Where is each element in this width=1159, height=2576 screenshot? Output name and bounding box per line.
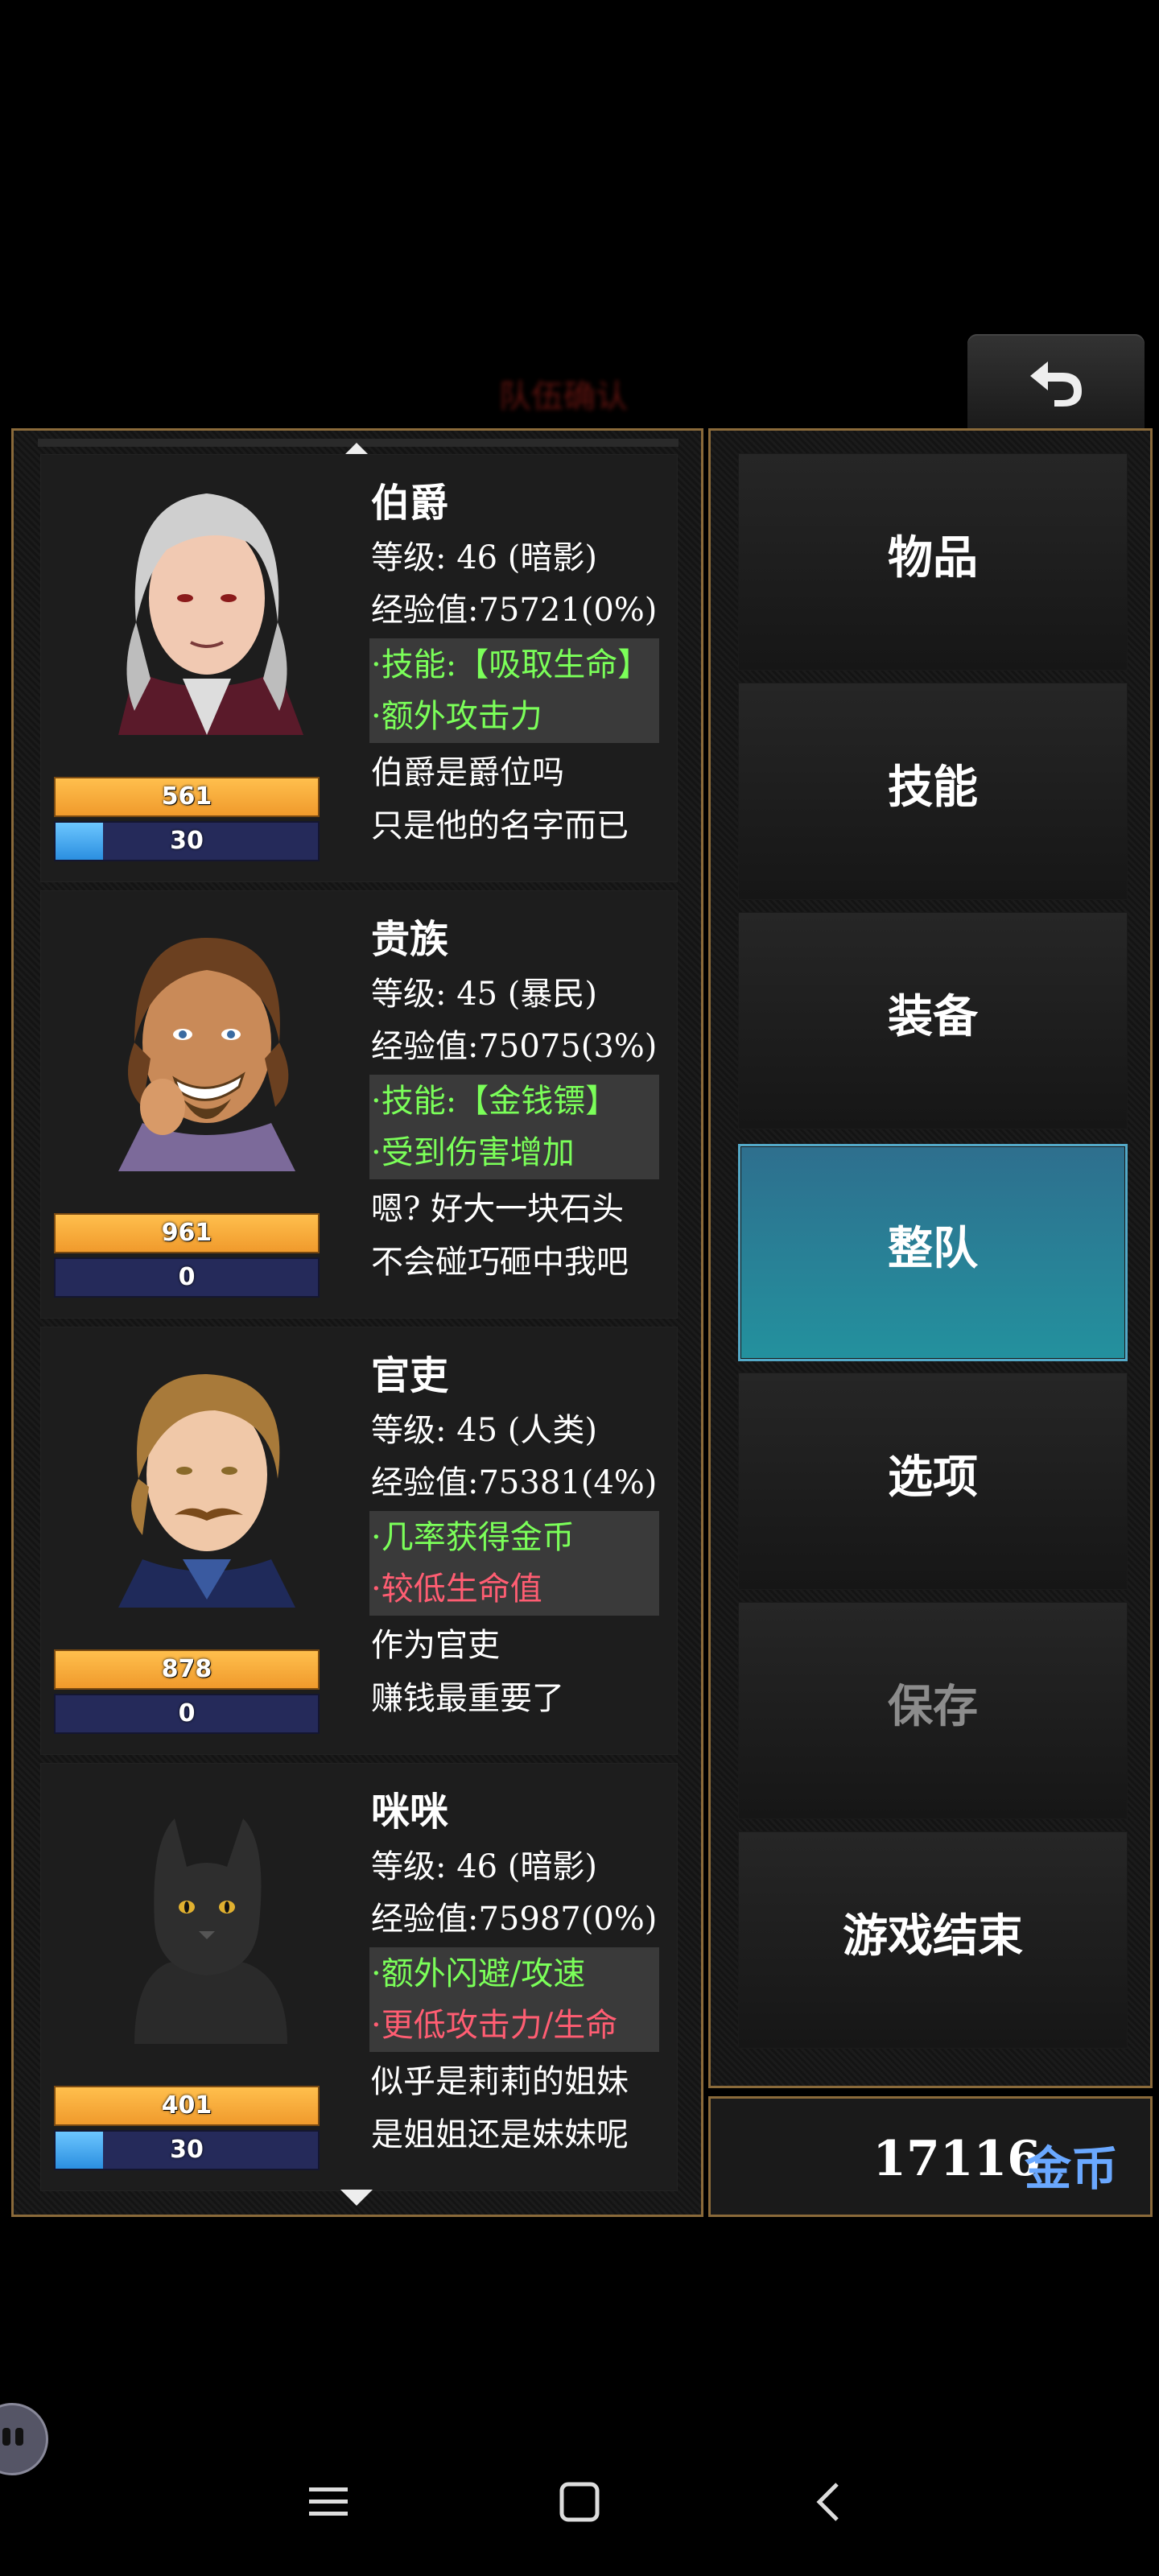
character-name: 官吏 — [371, 1353, 449, 1398]
trait-2: ·受到伤害增加 — [371, 1134, 575, 1171]
character-portrait — [86, 469, 328, 735]
home-square-icon[interactable] — [557, 2479, 602, 2524]
character-exp: 经验值:75381(4%) — [371, 1464, 658, 1501]
mp-value: 30 — [170, 2136, 204, 2164]
menu-equipment-button[interactable]: 装备 — [738, 912, 1128, 1129]
main-menu-panel: 物品 技能 装备 整队 选项 保存 游戏结束 — [708, 428, 1153, 2088]
character-desc-2: 赚钱最重要了 — [371, 1680, 564, 1717]
screen-title: 队伍确认 — [499, 378, 628, 415]
hp-bar: 961 — [54, 1213, 320, 1253]
scroll-down-arrow-icon[interactable] — [340, 2190, 373, 2206]
trait-2: ·额外攻击力 — [371, 698, 542, 735]
character-portrait — [86, 906, 328, 1171]
character-desc-1: 嗯? 好大一块石头 — [371, 1191, 625, 1228]
character-portrait — [86, 1778, 328, 2044]
character-name: 咪咪 — [371, 1790, 449, 1835]
back-arrow-icon — [1030, 361, 1082, 407]
menu-lines-icon[interactable] — [306, 2479, 351, 2524]
mp-bar: 0 — [54, 1257, 320, 1298]
character-exp: 经验值:75075(3%) — [371, 1028, 658, 1065]
character-portrait — [86, 1342, 328, 1608]
character-exp: 经验值:75987(0%) — [371, 1901, 658, 1938]
gold-amount: 17116 — [872, 2131, 1041, 2187]
gold-display: 17116 金币 — [708, 2096, 1153, 2217]
chevron-left-icon[interactable] — [808, 2479, 853, 2524]
trait-1: ·技能:【吸取生命】 — [371, 646, 650, 683]
mp-value: 0 — [178, 1263, 196, 1291]
character-level: 等级: 46 (暗影) — [371, 1848, 598, 1885]
character-name: 贵族 — [371, 917, 449, 962]
trait-2: ·更低攻击力/生命 — [371, 2007, 618, 2044]
trait-1: ·额外闪避/攻速 — [371, 1955, 586, 1992]
character-level: 等级: 46 (暗影) — [371, 539, 598, 576]
character-name: 伯爵 — [371, 481, 449, 526]
menu-items-button[interactable]: 物品 — [738, 453, 1128, 671]
character-desc-1: 似乎是莉莉的姐妹 — [371, 2063, 629, 2100]
menu-party-button[interactable]: 整队 — [738, 1144, 1128, 1361]
hp-bar: 401 — [54, 2086, 320, 2126]
character-desc-1: 伯爵是爵位吗 — [371, 754, 564, 791]
hp-bar: 878 — [54, 1649, 320, 1690]
trait-1: ·技能:【金钱镖】 — [371, 1083, 618, 1120]
character-exp: 经验值:75721(0%) — [371, 592, 658, 629]
character-level: 等级: 45 (人类) — [371, 1412, 598, 1449]
mp-value: 0 — [178, 1699, 196, 1728]
character-card[interactable]: 961 0 贵族 等级: 45 (暴民) 经验值:75075(3%) ·技能:【… — [41, 891, 677, 1318]
mp-value: 30 — [170, 827, 204, 855]
back-button[interactable] — [967, 334, 1145, 429]
character-card[interactable]: 878 0 官吏 等级: 45 (人类) 经验值:75381(4%) ·几率获得… — [41, 1327, 677, 1754]
menu-skills-button[interactable]: 技能 — [738, 683, 1128, 900]
mp-bar: 0 — [54, 1694, 320, 1734]
character-card[interactable]: 561 30 伯爵 等级: 46 (暗影) 经验值:75721(0%) ·技能:… — [41, 455, 677, 881]
menu-options-button[interactable]: 选项 — [738, 1373, 1128, 1590]
trait-2: ·较低生命值 — [371, 1571, 542, 1608]
character-desc-2: 只是他的名字而已 — [371, 807, 629, 844]
menu-save-button[interactable]: 保存 — [738, 1602, 1128, 1819]
trait-1: ·几率获得金币 — [371, 1519, 575, 1556]
party-list-panel[interactable]: 561 30 伯爵 等级: 46 (暗影) 经验值:75721(0%) ·技能:… — [11, 428, 703, 2217]
character-desc-1: 作为官吏 — [371, 1627, 500, 1664]
character-desc-2: 是姐姐还是妹妹呢 — [371, 2116, 629, 2153]
character-level: 等级: 45 (暴民) — [371, 976, 598, 1013]
gold-unit-label: 金币 — [1024, 2141, 1118, 2196]
character-desc-2: 不会碰巧砸中我吧 — [371, 1244, 629, 1281]
hp-bar: 561 — [54, 777, 320, 817]
mp-bar: 30 — [54, 2130, 320, 2170]
menu-game-over-button[interactable]: 游戏结束 — [738, 1831, 1128, 2049]
mp-bar: 30 — [54, 821, 320, 861]
chat-bubble-icon[interactable] — [0, 2403, 48, 2475]
character-card[interactable]: 401 30 咪咪 等级: 46 (暗影) 经验值:75987(0%) ·额外闪… — [41, 1764, 677, 2190]
